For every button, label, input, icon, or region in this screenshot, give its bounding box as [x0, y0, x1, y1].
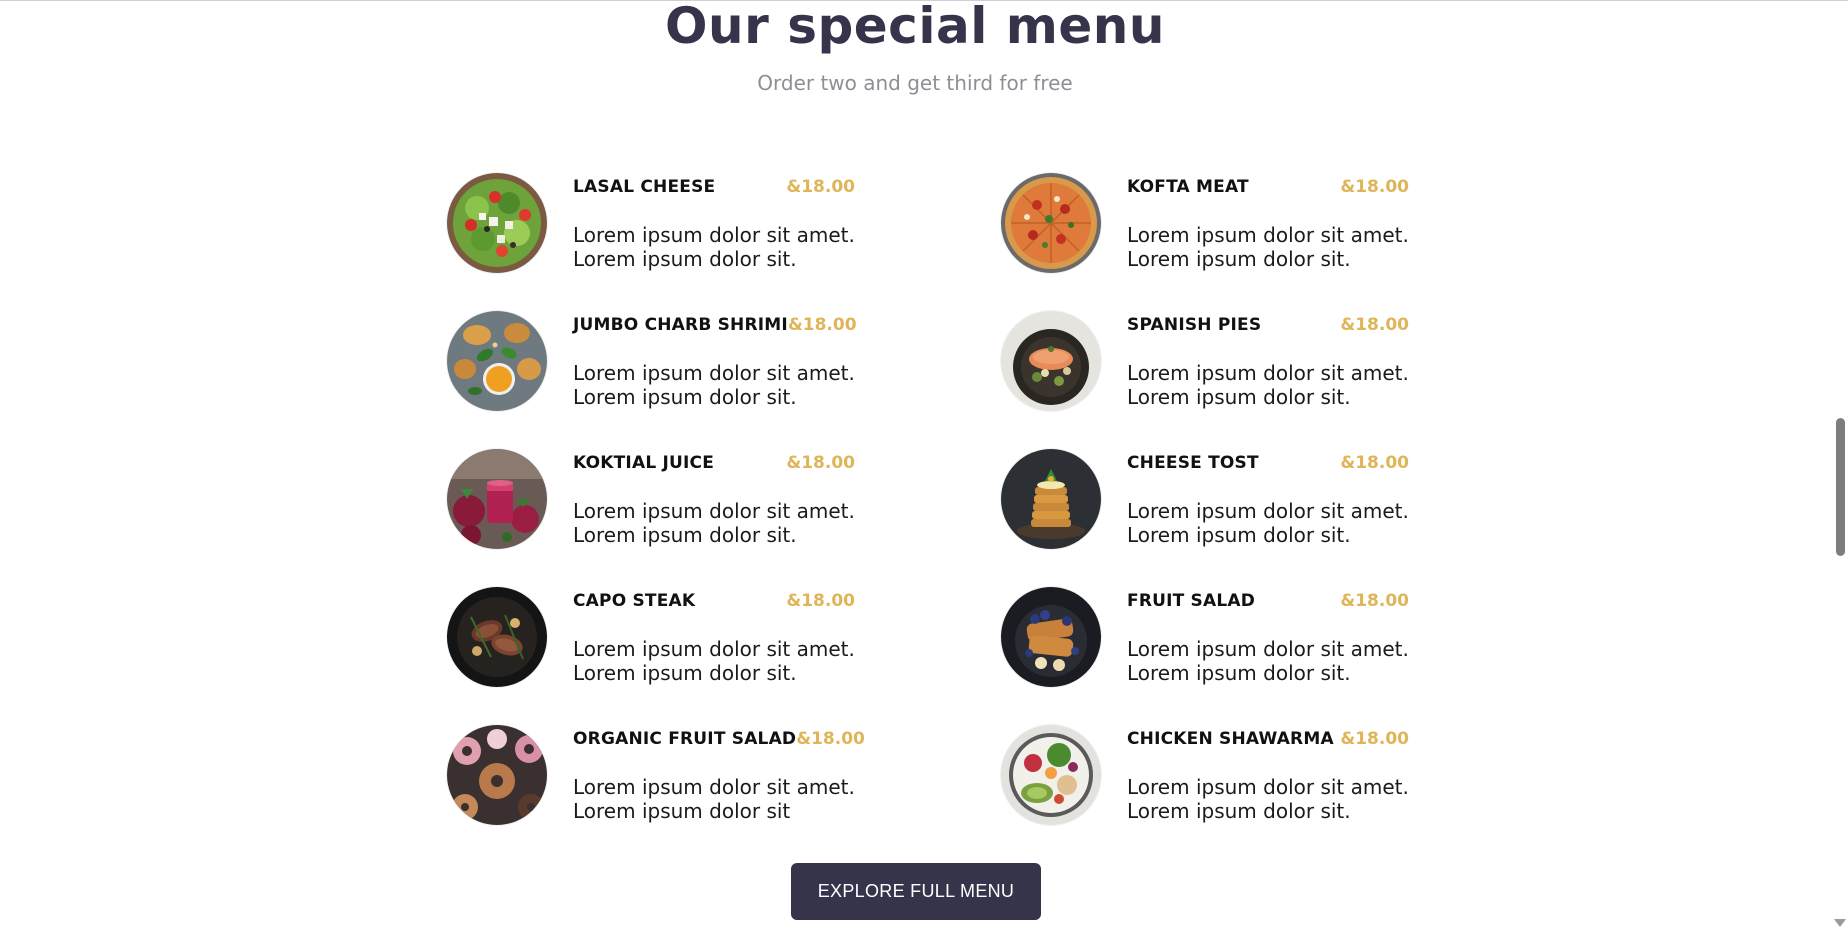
menu-item[interactable]: FRUIT SALAD &18.00 Lorem ipsum dolor sit… [1001, 587, 1409, 687]
menu-item-desc-line: Lorem ipsum dolor sit. [573, 661, 797, 685]
menu-item-name: KOKTIAL JUICE [573, 453, 715, 473]
menu-item-header: ORGANIC FRUIT SALAD &18.00 [573, 729, 865, 749]
menu-item-desc-line: Lorem ipsum dolor sit. [1127, 247, 1351, 271]
menu-item-header: CHICKEN SHAWARMA &18.00 [1127, 729, 1409, 749]
menu-item-header: JUMBO CHARB SHRIMI &18.00 [573, 315, 857, 335]
menu-item-name: CAPO STEAK [573, 591, 696, 611]
menu-item-name: SPANISH PIES [1127, 315, 1262, 335]
menu-item-desc-line: Lorem ipsum dolor sit. [1127, 385, 1351, 409]
menu-item[interactable]: JUMBO CHARB SHRIMI &18.00 Lorem ipsum do… [447, 311, 857, 411]
fish-plate-photo [1001, 311, 1101, 411]
menu-item-description: Lorem ipsum dolor sit amet. Lorem ipsum … [573, 775, 873, 823]
section-title: Our special menu [665, 0, 1165, 55]
menu-item[interactable]: SPANISH PIES &18.00 Lorem ipsum dolor si… [1001, 311, 1409, 411]
section-subtitle: Order two and get third for free [757, 71, 1073, 95]
beet-juice-photo [447, 449, 547, 549]
menu-item-desc-line: Lorem ipsum dolor sit. [573, 523, 797, 547]
menu-item-description: Lorem ipsum dolor sit amet. Lorem ipsum … [573, 361, 873, 409]
menu-item-desc-line: Lorem ipsum dolor sit. [1127, 661, 1351, 685]
menu-item-header: SPANISH PIES &18.00 [1127, 315, 1409, 335]
menu-item-body: KOFTA MEAT &18.00 Lorem ipsum dolor sit … [1127, 173, 1409, 271]
french-toast-photo [1001, 587, 1101, 687]
menu-item-desc-line: Lorem ipsum dolor sit amet. [1127, 223, 1409, 247]
menu-item-name: CHICKEN SHAWARMA [1127, 729, 1334, 749]
pancake-stack-photo [1001, 449, 1101, 549]
menu-item-desc-line: Lorem ipsum dolor sit amet. [573, 499, 855, 523]
special-menu-section: Our special menu Order two and get third… [0, 0, 1848, 930]
menu-item-body: CHEESE TOST &18.00 Lorem ipsum dolor sit… [1127, 449, 1409, 547]
menu-item-desc-line: Lorem ipsum dolor sit amet. [1127, 637, 1409, 661]
menu-item-desc-line: Lorem ipsum dolor sit [573, 799, 791, 823]
menu-item[interactable]: KOFTA MEAT &18.00 Lorem ipsum dolor sit … [1001, 173, 1409, 273]
menu-item-body: CHICKEN SHAWARMA &18.00 Lorem ipsum dolo… [1127, 725, 1409, 823]
menu-item-desc-line: Lorem ipsum dolor sit amet. [1127, 775, 1409, 799]
menu-item-desc-line: Lorem ipsum dolor sit amet. [573, 637, 855, 661]
donuts-photo [447, 725, 547, 825]
menu-item-name: ORGANIC FRUIT SALAD [573, 729, 797, 749]
menu-item-price: &18.00 [1340, 177, 1409, 197]
menu-item-header: KOFTA MEAT &18.00 [1127, 177, 1409, 197]
menu-item-name: JUMBO CHARB SHRIMI [573, 315, 788, 335]
menu-item-body: JUMBO CHARB SHRIMI &18.00 Lorem ipsum do… [573, 311, 857, 409]
menu-item-description: Lorem ipsum dolor sit amet. Lorem ipsum … [573, 637, 873, 685]
menu-item-body: FRUIT SALAD &18.00 Lorem ipsum dolor sit… [1127, 587, 1409, 685]
menu-item-description: Lorem ipsum dolor sit amet. Lorem ipsum … [1127, 637, 1427, 685]
menu-item-description: Lorem ipsum dolor sit amet. Lorem ipsum … [1127, 499, 1427, 547]
menu-item-description: Lorem ipsum dolor sit amet. Lorem ipsum … [573, 499, 873, 547]
menu-item-header: LASAL CHEESE &18.00 [573, 177, 855, 197]
vertical-scrollbar[interactable] [1831, 1, 1848, 930]
menu-item-body: KOKTIAL JUICE &18.00 Lorem ipsum dolor s… [573, 449, 855, 547]
salad-photo [447, 173, 547, 273]
scroll-down-arrow-icon[interactable] [1834, 919, 1846, 927]
menu-item[interactable]: CAPO STEAK &18.00 Lorem ipsum dolor sit … [447, 587, 855, 687]
menu-item-desc-line: Lorem ipsum dolor sit amet. [573, 775, 855, 799]
pasta-sauce-photo [447, 311, 547, 411]
menu-item-description: Lorem ipsum dolor sit amet. Lorem ipsum … [1127, 361, 1427, 409]
menu-item-description: Lorem ipsum dolor sit amet. Lorem ipsum … [1127, 775, 1427, 823]
menu-item-price: &18.00 [786, 453, 855, 473]
menu-item-body: LASAL CHEESE &18.00 Lorem ipsum dolor si… [573, 173, 855, 271]
menu-grid: LASAL CHEESE &18.00 Lorem ipsum dolor si… [447, 173, 1409, 825]
menu-item-body: SPANISH PIES &18.00 Lorem ipsum dolor si… [1127, 311, 1409, 409]
menu-item-desc-line: Lorem ipsum dolor sit. [573, 247, 797, 271]
menu-item-name: KOFTA MEAT [1127, 177, 1249, 197]
menu-item-price: &18.00 [796, 729, 865, 749]
menu-item[interactable]: KOKTIAL JUICE &18.00 Lorem ipsum dolor s… [447, 449, 855, 549]
menu-item-desc-line: Lorem ipsum dolor sit. [1127, 799, 1351, 823]
menu-item-header: CAPO STEAK &18.00 [573, 591, 855, 611]
steak-pan-photo [447, 587, 547, 687]
menu-item[interactable]: LASAL CHEESE &18.00 Lorem ipsum dolor si… [447, 173, 855, 273]
menu-item-header: CHEESE TOST &18.00 [1127, 453, 1409, 473]
menu-item-name: FRUIT SALAD [1127, 591, 1256, 611]
menu-item-price: &18.00 [1340, 729, 1409, 749]
explore-full-menu-button[interactable]: EXPLORE FULL MENU [791, 863, 1041, 920]
menu-item-desc-line: Lorem ipsum dolor sit. [573, 385, 797, 409]
menu-item-desc-line: Lorem ipsum dolor sit. [1127, 523, 1351, 547]
menu-item-price: &18.00 [1340, 591, 1409, 611]
menu-item[interactable]: ORGANIC FRUIT SALAD &18.00 Lorem ipsum d… [447, 725, 865, 825]
veggie-bowl-photo [1001, 725, 1101, 825]
scrollbar-thumb[interactable] [1836, 418, 1845, 556]
menu-item-price: &18.00 [1340, 315, 1409, 335]
menu-item-description: Lorem ipsum dolor sit amet. Lorem ipsum … [573, 223, 873, 271]
menu-item-price: &18.00 [786, 591, 855, 611]
menu-item-header: KOKTIAL JUICE &18.00 [573, 453, 855, 473]
menu-item-price: &18.00 [1340, 453, 1409, 473]
pizza-photo [1001, 173, 1101, 273]
menu-item-name: CHEESE TOST [1127, 453, 1259, 473]
menu-item-header: FRUIT SALAD &18.00 [1127, 591, 1409, 611]
menu-item-price: &18.00 [786, 177, 855, 197]
menu-item-name: LASAL CHEESE [573, 177, 716, 197]
menu-item-desc-line: Lorem ipsum dolor sit amet. [573, 223, 855, 247]
menu-item-body: ORGANIC FRUIT SALAD &18.00 Lorem ipsum d… [573, 725, 865, 823]
menu-item-description: Lorem ipsum dolor sit amet. Lorem ipsum … [1127, 223, 1427, 271]
menu-item[interactable]: CHICKEN SHAWARMA &18.00 Lorem ipsum dolo… [1001, 725, 1409, 825]
menu-item[interactable]: CHEESE TOST &18.00 Lorem ipsum dolor sit… [1001, 449, 1409, 549]
menu-item-body: CAPO STEAK &18.00 Lorem ipsum dolor sit … [573, 587, 855, 685]
menu-item-desc-line: Lorem ipsum dolor sit amet. [1127, 499, 1409, 523]
menu-item-desc-line: Lorem ipsum dolor sit amet. [1127, 361, 1409, 385]
menu-item-desc-line: Lorem ipsum dolor sit amet. [573, 361, 855, 385]
menu-item-price: &18.00 [787, 315, 857, 335]
